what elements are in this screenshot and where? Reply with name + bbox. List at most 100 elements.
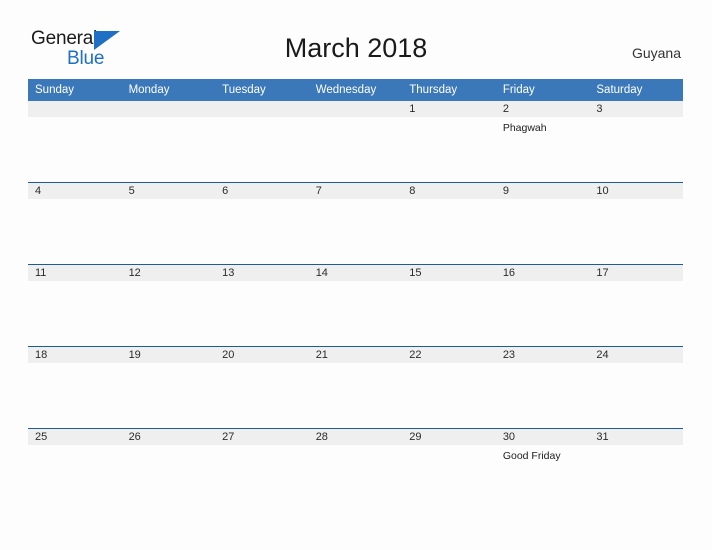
calendar-week-row: 4 5 6 7 8 9 10 xyxy=(28,182,683,265)
calendar-cell-inner: 1 xyxy=(402,101,496,182)
day-number: 11 xyxy=(28,265,122,281)
calendar-day-cell[interactable]: 28 xyxy=(308,428,403,510)
calendar-day-cell[interactable]: 26 xyxy=(121,428,216,510)
day-number: 7 xyxy=(308,183,403,199)
calendar-day-cell[interactable]: 9 xyxy=(495,182,590,265)
weekday-header-thursday: Thursday xyxy=(402,79,496,101)
calendar-day-cell[interactable]: 7 xyxy=(308,182,403,265)
calendar-cell-inner xyxy=(308,101,403,182)
day-number: 1 xyxy=(402,101,496,117)
calendar-day-cell[interactable]: 2 Phagwah xyxy=(495,101,590,183)
calendar-cell-inner: 17 xyxy=(589,265,683,346)
weekday-header-sunday: Sunday xyxy=(28,79,122,101)
calendar-day-cell[interactable]: 4 xyxy=(28,182,122,265)
calendar-cell-inner: 30 Good Friday xyxy=(495,429,590,510)
calendar-cell-inner: 8 xyxy=(402,183,496,264)
calendar-cell-inner: 3 xyxy=(589,101,683,182)
day-number: 8 xyxy=(402,183,496,199)
calendar-cell-inner: 11 xyxy=(28,265,122,346)
day-number: 10 xyxy=(589,183,683,199)
calendar-cell-inner: 31 xyxy=(589,429,683,510)
calendar-empty-cell xyxy=(308,101,403,183)
calendar-day-cell[interactable]: 31 xyxy=(589,428,683,510)
calendar-cell-inner: 2 Phagwah xyxy=(495,101,590,182)
calendar-day-cell[interactable]: 27 xyxy=(215,428,309,510)
calendar-day-cell[interactable]: 10 xyxy=(589,182,683,265)
day-number: 28 xyxy=(308,429,403,445)
day-number: 31 xyxy=(589,429,683,445)
weekday-header-tuesday: Tuesday xyxy=(215,79,309,101)
calendar-cell-inner: 22 xyxy=(402,347,496,428)
day-number: 13 xyxy=(215,265,309,281)
calendar-body: 1 2 Phagwah 3 4 5 6 7 8 9 10 11 12 13 14 15 16 17 18 19 20 21… xyxy=(28,101,683,510)
day-number xyxy=(215,101,309,117)
calendar-cell-inner: 25 xyxy=(28,429,122,510)
calendar-day-cell[interactable]: 24 xyxy=(589,346,683,429)
calendar-day-cell[interactable]: 6 xyxy=(215,182,309,265)
calendar-day-cell[interactable]: 18 xyxy=(28,346,122,429)
calendar-day-cell[interactable]: 29 xyxy=(402,428,496,510)
calendar-day-cell[interactable]: 21 xyxy=(308,346,403,429)
weekday-header-friday: Friday xyxy=(495,79,590,101)
day-number: 19 xyxy=(121,347,216,363)
day-number xyxy=(308,101,403,117)
day-number xyxy=(121,101,216,117)
calendar-day-cell[interactable]: 12 xyxy=(121,264,216,347)
day-number: 15 xyxy=(402,265,496,281)
calendar-cell-inner: 28 xyxy=(308,429,403,510)
calendar-cell-inner xyxy=(215,101,309,182)
calendar-cell-inner xyxy=(28,101,122,182)
day-number xyxy=(28,101,122,117)
day-number: 3 xyxy=(589,101,683,117)
calendar-week-row: 1 2 Phagwah 3 xyxy=(28,101,683,183)
calendar-week-row: 18 19 20 21 22 23 24 xyxy=(28,346,683,429)
calendar-day-cell[interactable]: 1 xyxy=(402,101,496,183)
calendar-cell-inner: 10 xyxy=(589,183,683,264)
calendar-day-cell[interactable]: 16 xyxy=(495,264,590,347)
calendar-cell-inner: 6 xyxy=(215,183,309,264)
calendar-page: General Blue March 2018 Guyana Sunday Mo… xyxy=(0,0,712,550)
calendar-day-cell[interactable]: 25 xyxy=(28,428,122,510)
calendar-cell-inner: 26 xyxy=(121,429,216,510)
holiday-label: Good Friday xyxy=(502,450,561,462)
weekday-header-wednesday: Wednesday xyxy=(308,79,403,101)
calendar-cell-inner: 14 xyxy=(308,265,403,346)
calendar-empty-cell xyxy=(215,101,309,183)
calendar-cell-inner: 12 xyxy=(121,265,216,346)
day-number: 26 xyxy=(121,429,216,445)
day-number: 5 xyxy=(121,183,216,199)
day-number: 4 xyxy=(28,183,122,199)
calendar-day-cell[interactable]: 5 xyxy=(121,182,216,265)
calendar-day-cell[interactable]: 22 xyxy=(402,346,496,429)
calendar-day-cell[interactable]: 23 xyxy=(495,346,590,429)
calendar-table: Sunday Monday Tuesday Wednesday Thursday… xyxy=(28,79,683,510)
calendar-day-cell[interactable]: 20 xyxy=(215,346,309,429)
day-number: 30 xyxy=(495,429,590,445)
day-number: 23 xyxy=(495,347,590,363)
holiday-label: Phagwah xyxy=(502,122,547,134)
day-number: 29 xyxy=(402,429,496,445)
day-number: 16 xyxy=(495,265,590,281)
day-number: 18 xyxy=(28,347,122,363)
calendar-cell-inner xyxy=(121,101,216,182)
weekday-header-saturday: Saturday xyxy=(589,79,683,101)
day-number: 21 xyxy=(308,347,403,363)
calendar-day-cell[interactable]: 13 xyxy=(215,264,309,347)
calendar-day-cell[interactable]: 30 Good Friday xyxy=(495,428,590,510)
calendar-header-row: Sunday Monday Tuesday Wednesday Thursday… xyxy=(28,79,683,101)
day-number: 14 xyxy=(308,265,403,281)
calendar-cell-inner: 4 xyxy=(28,183,122,264)
calendar-week-row: 25 26 27 28 29 30 Good Friday 31 xyxy=(28,428,683,510)
calendar-cell-inner: 15 xyxy=(402,265,496,346)
calendar-day-cell[interactable]: 14 xyxy=(308,264,403,347)
calendar-day-cell[interactable]: 11 xyxy=(28,264,122,347)
calendar-cell-inner: 7 xyxy=(308,183,403,264)
calendar-day-cell[interactable]: 17 xyxy=(589,264,683,347)
calendar-day-cell[interactable]: 15 xyxy=(402,264,496,347)
calendar-cell-inner: 19 xyxy=(121,347,216,428)
calendar-day-cell[interactable]: 19 xyxy=(121,346,216,429)
calendar-day-cell[interactable]: 8 xyxy=(402,182,496,265)
calendar-day-cell[interactable]: 3 xyxy=(589,101,683,183)
day-number: 27 xyxy=(215,429,309,445)
page-header: General Blue March 2018 Guyana xyxy=(0,0,712,76)
